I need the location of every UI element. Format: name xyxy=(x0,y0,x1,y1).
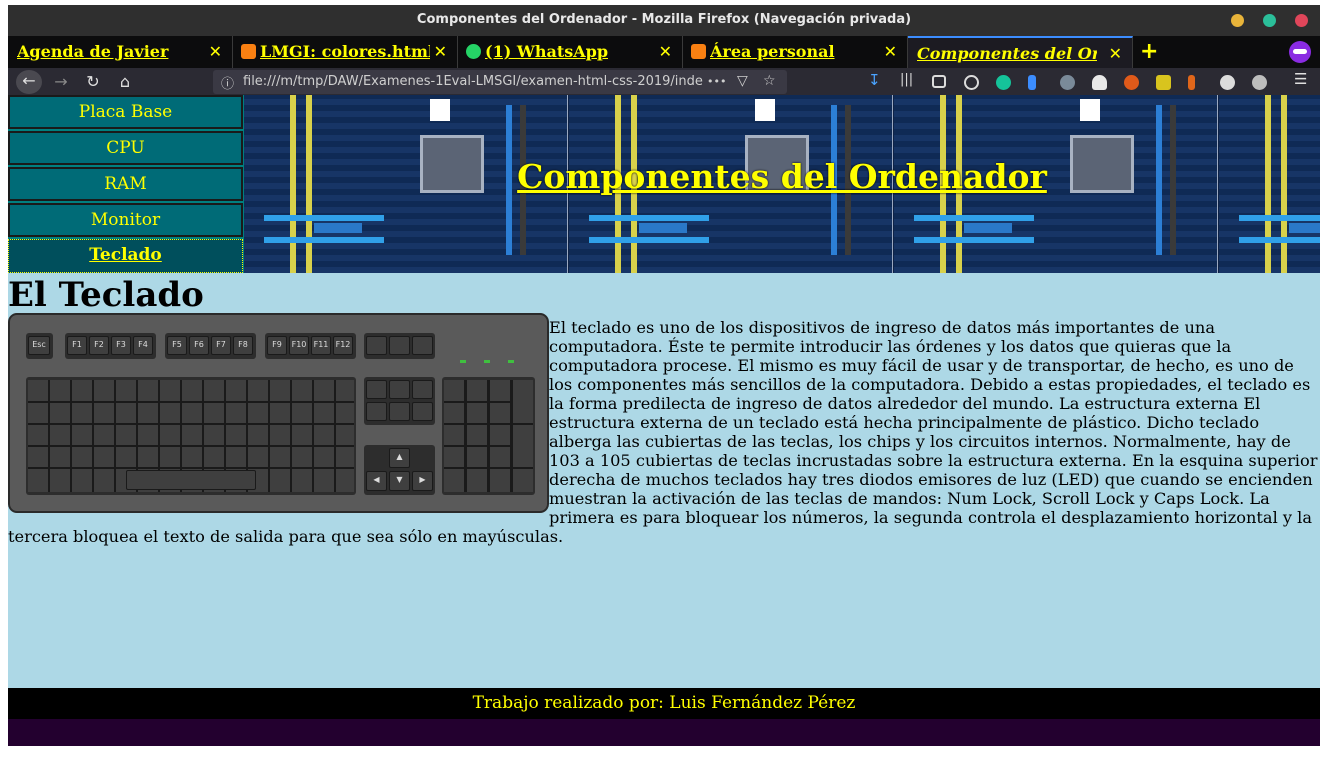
tab-close-icon[interactable]: ✕ xyxy=(1109,44,1122,63)
download-icon[interactable]: ↧ xyxy=(868,71,883,89)
title-bar: Componentes del Ordenador - Mozilla Fire… xyxy=(8,5,1320,36)
browser-window: Componentes del Ordenador - Mozilla Fire… xyxy=(8,5,1320,746)
extension-bolt-icon[interactable] xyxy=(1028,75,1036,90)
url-input[interactable]: file:///m/tmp/DAW/Examenes-1Eval-LMSGI/e… xyxy=(243,74,703,89)
tab-componentes[interactable]: Componentes del Ordenador ✕ xyxy=(908,36,1133,68)
extension-ghost-icon[interactable] xyxy=(1092,75,1107,90)
url-bar[interactable]: ⓘ file:///m/tmp/DAW/Examenes-1Eval-LMSGI… xyxy=(213,70,787,94)
tab-label: Componentes del Ordenador xyxy=(917,44,1097,63)
grammarly-icon[interactable] xyxy=(996,75,1011,90)
page-content: Placa Base CPU RAM Monitor Teclado Compo… xyxy=(8,95,1320,746)
tab-label: Agenda de Javier xyxy=(17,42,169,61)
page-actions-icon[interactable]: ••• xyxy=(707,75,726,88)
tab-lmgi-colores[interactable]: LMGI: colores.html ✕ xyxy=(233,36,458,68)
side-nav: Placa Base CPU RAM Monitor Teclado xyxy=(8,95,244,273)
whatsapp-icon xyxy=(466,44,481,59)
extension-puzzle-icon[interactable] xyxy=(1156,75,1171,90)
page-heading: El Teclado xyxy=(8,275,204,315)
new-tab-button[interactable]: + xyxy=(1140,39,1158,64)
nav-bar: ← → ↻ ⌂ ⓘ file:///m/tmp/DAW/Examenes-1Ev… xyxy=(8,68,1320,95)
keyboard-image: Esc F1 F2 F3 F4 F5 F6 F7 F8 F9 F10 F11 F12 xyxy=(8,313,549,513)
info-icon[interactable]: ⓘ xyxy=(221,73,234,92)
banner-title[interactable]: Componentes del Ordenador xyxy=(244,157,1320,196)
nav-item-placa-base[interactable]: Placa Base xyxy=(8,95,243,129)
back-button[interactable]: ← xyxy=(16,70,42,94)
extension-ball-icon[interactable] xyxy=(1220,75,1235,90)
extension-pin-icon[interactable] xyxy=(1188,75,1195,90)
bottom-bar xyxy=(8,719,1320,746)
menu-icon[interactable]: ☰ xyxy=(1294,70,1309,88)
maximize-button[interactable] xyxy=(1263,14,1276,27)
settings-gear-icon[interactable] xyxy=(1252,75,1267,90)
tab-label: LMGI: colores.html xyxy=(260,42,430,61)
tab-close-icon[interactable]: ✕ xyxy=(434,42,447,61)
forward-button[interactable]: → xyxy=(49,71,73,93)
tab-whatsapp[interactable]: (1) WhatsApp ✕ xyxy=(458,36,683,68)
private-browsing-icon xyxy=(1289,41,1311,63)
page-footer: Trabajo realizado por: Luis Fernández Pé… xyxy=(8,688,1320,719)
moodle-icon xyxy=(691,44,706,59)
tab-close-icon[interactable]: ✕ xyxy=(209,42,222,61)
pocket-icon[interactable]: ▽ xyxy=(737,73,748,89)
tab-close-icon[interactable]: ✕ xyxy=(884,42,897,61)
nav-item-ram[interactable]: RAM xyxy=(8,167,243,201)
extension-gear-icon[interactable] xyxy=(1060,75,1075,90)
library-icon[interactable]: ||| xyxy=(900,72,915,87)
tab-close-icon[interactable]: ✕ xyxy=(659,42,672,61)
minimize-button[interactable] xyxy=(1231,14,1244,27)
tab-label: Área personal xyxy=(710,42,835,61)
tab-strip: Agenda de Javier ✕ LMGI: colores.html ✕ … xyxy=(8,36,1320,68)
extension-fire-icon[interactable] xyxy=(1124,75,1139,90)
window-title: Componentes del Ordenador - Mozilla Fire… xyxy=(416,12,912,27)
bookmark-star-icon[interactable]: ☆ xyxy=(763,73,776,89)
home-button[interactable]: ⌂ xyxy=(113,71,137,93)
nav-item-monitor[interactable]: Monitor xyxy=(8,203,243,237)
sidebar-icon[interactable] xyxy=(932,75,946,88)
moodle-icon xyxy=(241,44,256,59)
tab-label: (1) WhatsApp xyxy=(485,42,608,61)
nav-item-cpu[interactable]: CPU xyxy=(8,131,243,165)
tab-agenda[interactable]: Agenda de Javier ✕ xyxy=(8,36,233,68)
close-window-button[interactable] xyxy=(1295,14,1308,27)
header-banner: Componentes del Ordenador xyxy=(244,95,1320,273)
nav-item-teclado[interactable]: Teclado xyxy=(8,239,243,273)
tab-area-personal[interactable]: Área personal ✕ xyxy=(683,36,908,68)
reload-button[interactable]: ↻ xyxy=(81,71,105,93)
account-icon[interactable] xyxy=(964,75,979,90)
